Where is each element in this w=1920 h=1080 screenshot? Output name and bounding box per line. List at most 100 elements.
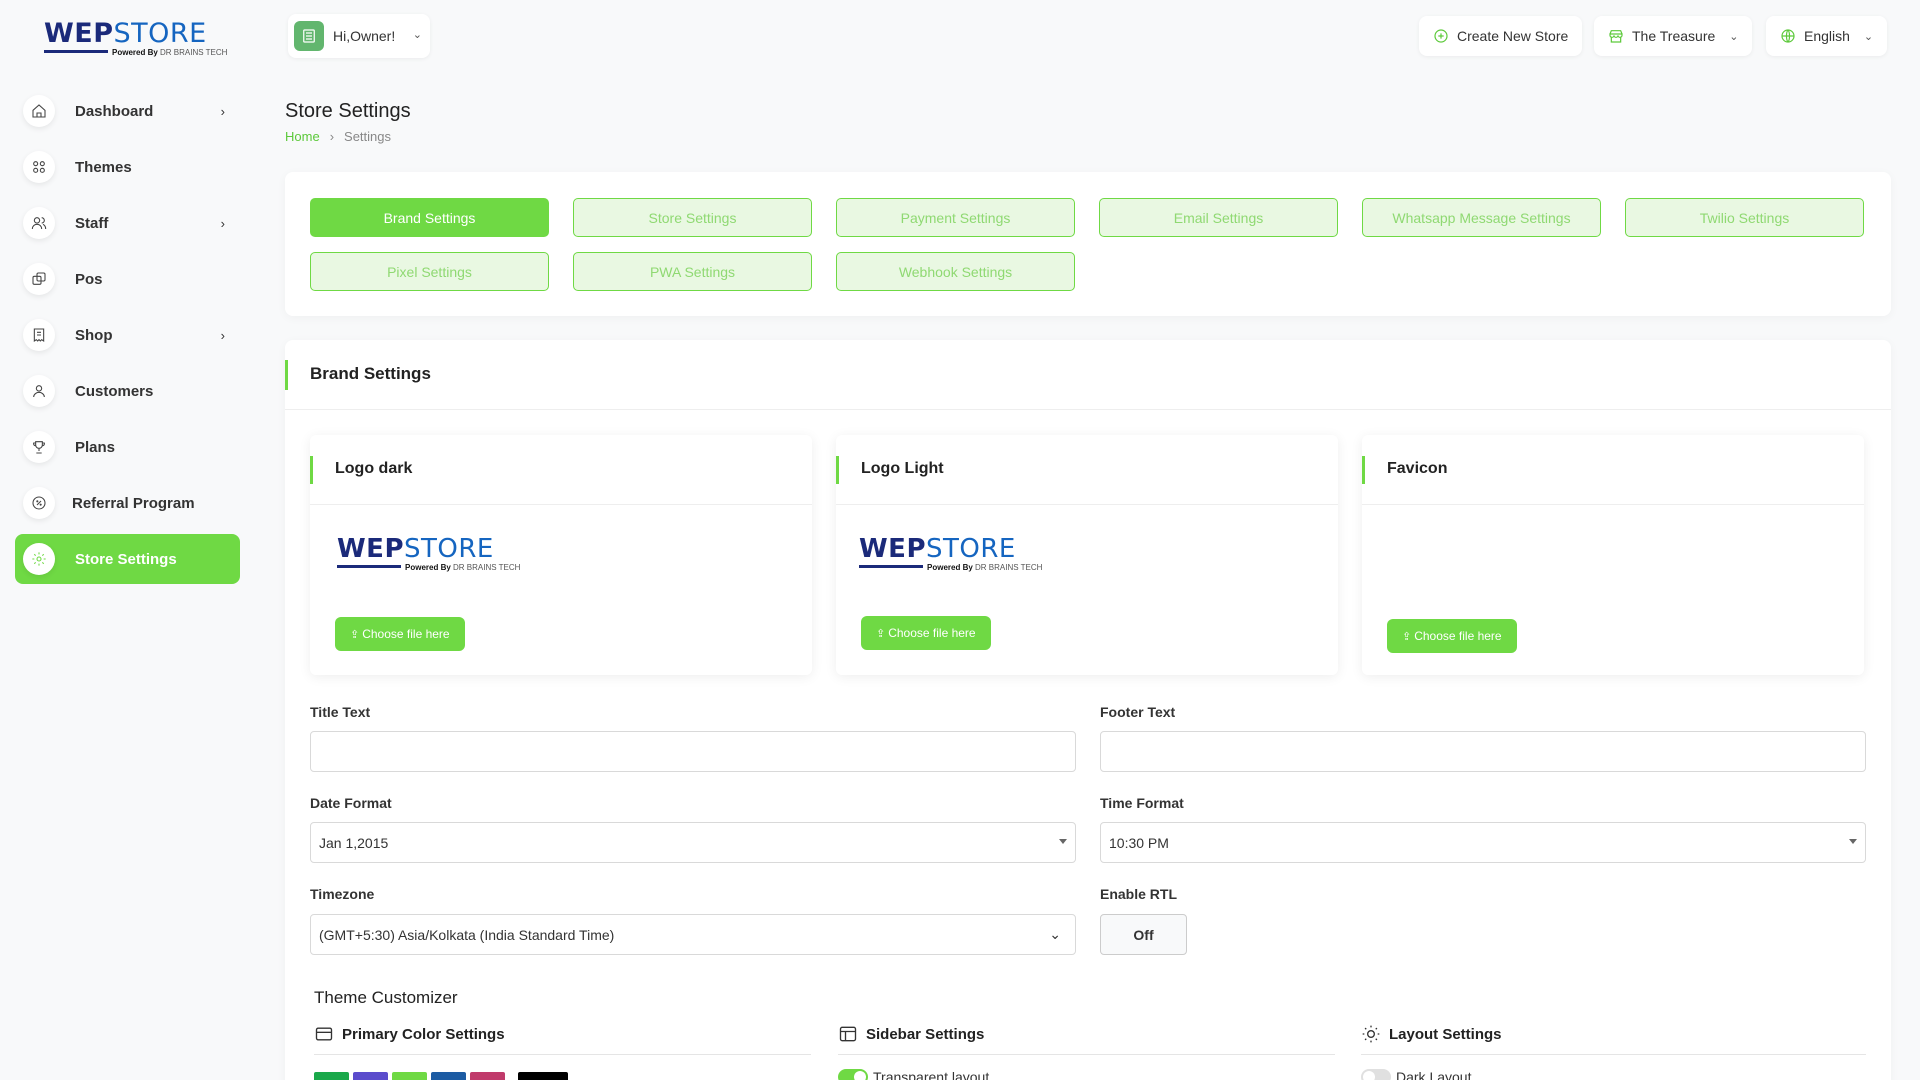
layout-sidebar-icon (839, 1026, 857, 1042)
store-switcher-button[interactable]: The Treasure ⌄ (1594, 16, 1753, 56)
title-text-label: Title Text (310, 704, 371, 720)
favicon-card: Favicon ⇪ Choose file here (1362, 435, 1864, 675)
avatar (294, 21, 324, 51)
timezone-select[interactable]: (GMT+5:30) Asia/Kolkata (India Standard … (310, 914, 1076, 955)
color-swatch[interactable] (392, 1072, 427, 1080)
color-swatch[interactable] (431, 1072, 466, 1080)
language-selector-button[interactable]: English ⌄ (1766, 16, 1888, 56)
color-swatch[interactable] (470, 1072, 505, 1080)
sidebar-item-dashboard[interactable]: Dashboard › (15, 86, 240, 136)
time-format-label: Time Format (1100, 795, 1184, 811)
transparent-layout-label: Transparent layout (873, 1069, 990, 1080)
logo-light-card: Logo Light WEPSTORE Powered By DR BRAINS… (836, 435, 1338, 675)
sidebar-settings-heading: Sidebar Settings (838, 1024, 984, 1044)
layout-settings-heading: Layout Settings (1361, 1024, 1502, 1044)
sidebar-nav: Dashboard › Themes Staff › Pos Shop › Cu… (15, 86, 240, 590)
brand-settings-header: Brand Settings (285, 340, 1891, 410)
chevron-right-icon: › (220, 328, 225, 343)
trophy-icon (23, 431, 55, 463)
time-format-select[interactable]: 10:30 PM (1100, 822, 1866, 863)
sidebar-item-label: Staff (75, 214, 109, 232)
sidebar-item-customers[interactable]: Customers (15, 366, 240, 416)
sidebar-item-label: Shop (75, 326, 113, 344)
time-format-value: 10:30 PM (1109, 834, 1169, 851)
upload-icon: ⇪ (350, 628, 360, 641)
transparent-layout-switch[interactable] (838, 1069, 868, 1080)
enable-rtl-label: Enable RTL (1100, 886, 1178, 902)
logo-light-title: Logo Light (861, 460, 944, 477)
breadcrumb: Home › Settings (285, 129, 391, 144)
sidebar-item-label: Themes (75, 158, 132, 176)
theme-customizer-title: Theme Customizer (314, 988, 458, 1007)
grid-icon (23, 151, 55, 183)
chevron-down-icon: ⌄ (1049, 926, 1061, 942)
sidebar-item-label: Plans (75, 438, 116, 456)
timezone-value: (GMT+5:30) Asia/Kolkata (India Standard … (319, 926, 615, 943)
choose-file-button[interactable]: ⇪ Choose file here (861, 616, 991, 650)
user-icon (23, 375, 55, 407)
favicon-title: Favicon (1387, 460, 1448, 477)
brand-settings-card: Brand Settings Logo dark WEPSTORE Powere… (285, 340, 1891, 1080)
tab-whatsapp-message-settings[interactable]: Whatsapp Message Settings (1362, 198, 1601, 237)
date-format-value: Jan 1,2015 (319, 834, 389, 851)
discount-icon (23, 487, 55, 519)
color-swatch[interactable] (314, 1072, 349, 1080)
logo-company: DR BRAINS TECH (160, 48, 228, 57)
chevron-down-icon: ⌄ (1729, 30, 1739, 43)
store-name: The Treasure (1632, 28, 1716, 44)
app-logo[interactable]: WEPSTORE Powered By DR BRAINS TECH (44, 18, 244, 57)
sidebar-item-store-settings[interactable]: Store Settings (15, 534, 240, 584)
tab-pixel-settings[interactable]: Pixel Settings (310, 252, 549, 291)
create-new-store-button[interactable]: Create New Store (1419, 16, 1583, 56)
choose-file-button[interactable]: ⇪ Choose file here (335, 617, 465, 651)
page-title: Store Settings (285, 100, 411, 122)
sun-icon (1362, 1025, 1380, 1043)
chevron-right-icon: › (220, 216, 225, 231)
tab-webhook-settings[interactable]: Webhook Settings (836, 252, 1075, 291)
title-text-input[interactable] (310, 731, 1076, 772)
sidebar-item-referral-program[interactable]: Referral Program (15, 478, 240, 528)
gear-icon (23, 543, 55, 575)
user-menu-button[interactable]: Hi,Owner! ⌄ (288, 14, 430, 58)
home-icon (23, 95, 55, 127)
footer-text-label: Footer Text (1100, 704, 1176, 720)
user-greeting: Hi,Owner! (333, 28, 396, 44)
brand-settings-title: Brand Settings (310, 364, 431, 383)
globe-icon (1781, 29, 1795, 43)
tab-pwa-settings[interactable]: PWA Settings (573, 252, 812, 291)
sidebar-item-label: Store Settings (75, 550, 177, 568)
enable-rtl-toggle[interactable]: Off (1100, 914, 1187, 955)
date-format-label: Date Format (310, 795, 392, 811)
color-swatch[interactable] (353, 1072, 388, 1080)
chevron-down-icon: ⌄ (412, 29, 422, 41)
sidebar-item-staff[interactable]: Staff › (15, 198, 240, 248)
tab-store-settings[interactable]: Store Settings (573, 198, 812, 237)
logo-dark-card: Logo dark WEPSTORE Powered By DR BRAINS … (310, 435, 812, 675)
dark-layout-label: Dark Layout (1396, 1069, 1472, 1080)
sidebar-item-pos[interactable]: Pos (15, 254, 240, 304)
dark-layout-switch[interactable] (1361, 1069, 1391, 1080)
tab-email-settings[interactable]: Email Settings (1099, 198, 1338, 237)
users-icon (23, 207, 55, 239)
sidebar-item-themes[interactable]: Themes (15, 142, 240, 192)
tab-twilio-settings[interactable]: Twilio Settings (1625, 198, 1864, 237)
plus-circle-icon (1434, 29, 1448, 43)
logo-light-preview: WEPSTORE Powered By DR BRAINS TECH (859, 534, 1043, 572)
breadcrumb-home-link[interactable]: Home (285, 129, 320, 144)
date-format-select[interactable]: Jan 1,2015 (310, 822, 1076, 863)
sidebar: WEPSTORE Powered By DR BRAINS TECH Dashb… (0, 0, 255, 1080)
tab-brand-settings[interactable]: Brand Settings (310, 198, 549, 237)
logo-powered: Powered By (112, 48, 158, 57)
tab-payment-settings[interactable]: Payment Settings (836, 198, 1075, 237)
receipt-icon (23, 319, 55, 351)
footer-text-input[interactable] (1100, 731, 1866, 772)
custom-color-picker[interactable] (518, 1072, 568, 1080)
chevron-right-icon: › (329, 129, 335, 144)
logo-underline (44, 50, 108, 53)
logo-text-part2: STORE (113, 18, 207, 49)
sidebar-item-label: Customers (75, 382, 154, 400)
sidebar-item-shop[interactable]: Shop › (15, 310, 240, 360)
sidebar-item-plans[interactable]: Plans (15, 422, 240, 472)
caret-down-icon (1059, 839, 1067, 844)
choose-file-button[interactable]: ⇪ Choose file here (1387, 619, 1517, 653)
